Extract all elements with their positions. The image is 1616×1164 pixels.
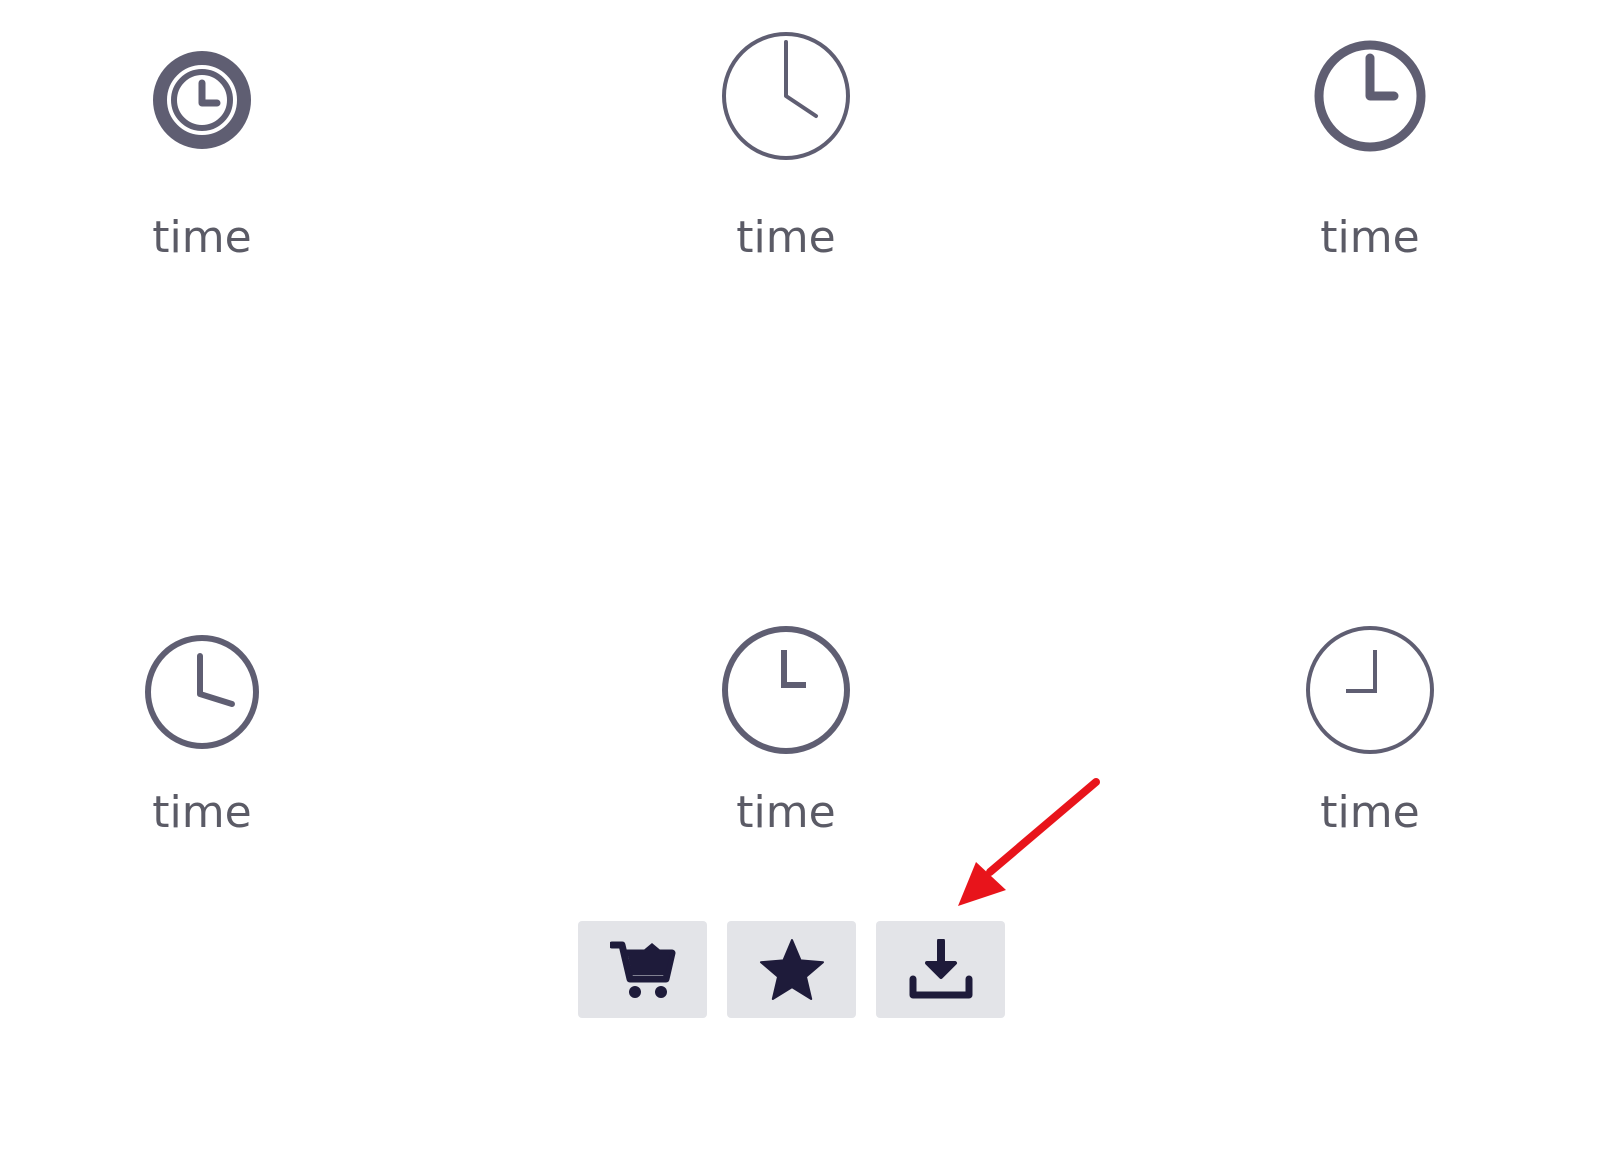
download-icon — [909, 938, 972, 998]
icon-tile-time-1[interactable]: time — [52, 40, 352, 300]
action-bar — [578, 921, 1005, 1018]
icon-tile-time-5[interactable]: time — [636, 626, 936, 890]
icon-label: time — [736, 787, 836, 838]
icon-label: time — [152, 212, 252, 263]
clock-filled-ring-icon — [153, 51, 251, 149]
icon-label: time — [1320, 212, 1420, 263]
icon-label: time — [1320, 787, 1420, 838]
icon-tile-time-2[interactable]: time — [636, 32, 936, 300]
icon-tile-time-3[interactable]: time — [1220, 40, 1520, 300]
icon-tile-time-4[interactable]: time — [52, 630, 352, 890]
clock-thin-outline-icon — [722, 32, 850, 160]
icon-tile-time-6[interactable]: time — [1220, 626, 1520, 890]
favorite-button[interactable] — [727, 921, 856, 1018]
icon-label: time — [152, 787, 252, 838]
clock-bold-outline-icon — [1314, 40, 1426, 152]
star-icon — [759, 938, 824, 1000]
clock-medium-outline-icon — [145, 635, 259, 749]
add-to-cart-button[interactable] — [578, 921, 707, 1018]
cart-icon — [609, 941, 675, 998]
download-button[interactable] — [876, 921, 1005, 1018]
clock-outline-three-icon — [1306, 626, 1434, 754]
icon-label: time — [736, 212, 836, 263]
clock-outline-nine-icon — [722, 626, 850, 754]
